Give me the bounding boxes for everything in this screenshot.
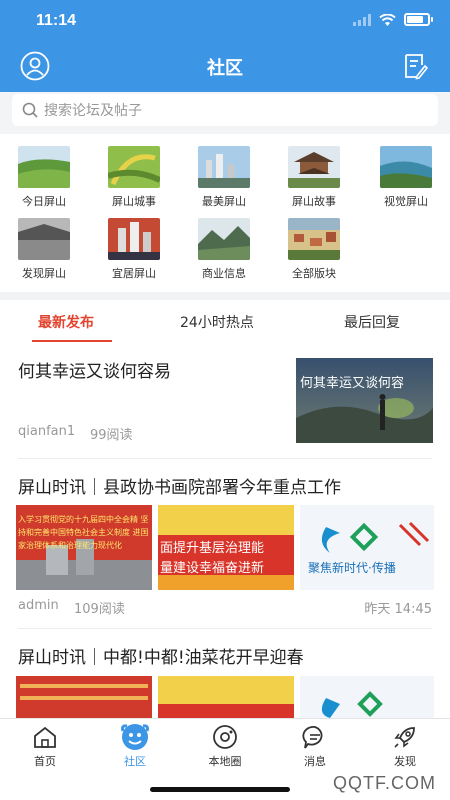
category-thumbnail (288, 146, 340, 188)
post-image-2 (158, 676, 294, 718)
message-icon (302, 726, 323, 749)
status-bar: 11:14 (0, 12, 450, 34)
post-thumbnail-caption: 何其幸运又谈何容 (300, 376, 405, 391)
battery-icon (404, 13, 433, 26)
category-thumbnail (198, 218, 250, 260)
nav-home[interactable]: 首页 (15, 723, 75, 769)
post-thumbnail: 何其幸运又谈何容 (296, 358, 433, 443)
category-label: 屏山故事 (292, 195, 336, 208)
category-label: 最美屏山 (202, 195, 246, 208)
search-placeholder: 搜索论坛及帖子 (44, 103, 142, 119)
nav-label: 社区 (124, 755, 146, 768)
post-image-2-caption-b: 量建设幸福奋进新 (160, 561, 265, 576)
category-all[interactable]: 全部版块 (282, 218, 346, 281)
category-business[interactable]: 商业信息 (192, 218, 256, 281)
post-title: 屏山时讯｜县政协书画院部署今年重点工作 (18, 478, 341, 498)
bottom-nav: 首页 社区 本地圈 消息 发现 QQTF.COM (0, 718, 450, 800)
nav-local-circle[interactable]: 本地圈 (195, 723, 255, 769)
community-icon (121, 724, 149, 750)
watermark: QQTF.COM (333, 773, 436, 793)
category-thumbnail (18, 146, 70, 188)
post-title: 屏山时讯｜中都!中都!油菜花开早迎春 (18, 648, 304, 668)
post-reads: 99阅读 (90, 428, 133, 443)
category-label: 屏山城事 (112, 195, 156, 208)
page-title: 社区 (207, 58, 243, 79)
post-divider (18, 628, 432, 629)
category-label: 宜居屏山 (112, 267, 156, 280)
post-image-3: 聚焦新时代·传播 (300, 505, 434, 590)
section-divider (0, 292, 450, 300)
category-thumbnail (198, 146, 250, 188)
search-icon (22, 102, 38, 118)
local-circle-icon (213, 725, 237, 749)
post-title: 何其幸运又谈何容易 (18, 362, 171, 382)
post-time: 昨天 14:45 (364, 602, 432, 617)
post-divider (18, 458, 432, 459)
tab-latest[interactable]: 最新发布 (38, 312, 94, 332)
feed-tabs: 最新发布 24小时热点 最后回复 (0, 300, 450, 346)
search-input[interactable]: 搜索论坛及帖子 (12, 94, 438, 126)
post-author: admin (18, 598, 59, 613)
category-visual[interactable]: 视觉屏山 (374, 146, 438, 209)
category-city[interactable]: 屏山城事 (102, 146, 166, 209)
nav-label: 消息 (304, 755, 326, 768)
category-beautiful[interactable]: 最美屏山 (192, 146, 256, 209)
nav-bar: 社区 (0, 48, 450, 84)
post-image-3 (300, 676, 434, 718)
category-label: 今日屏山 (22, 195, 66, 208)
nav-messages[interactable]: 消息 (285, 723, 345, 769)
home-icon (34, 726, 56, 748)
search-section: 搜索论坛及帖子 (0, 92, 450, 134)
signal-icon (353, 13, 371, 26)
status-time: 11:14 (36, 12, 77, 29)
app-screen: 11:14 社区 搜索论坛及帖子 今日屏山 屏山城事 最美屏山 屏山故事 视觉屏… (0, 0, 450, 800)
compose-icon[interactable] (402, 52, 428, 80)
post-image-3-caption: 聚焦新时代·传播 (308, 561, 396, 575)
category-story[interactable]: 屏山故事 (282, 146, 346, 209)
wifi-icon (379, 13, 396, 26)
category-thumbnail (288, 218, 340, 260)
post-author: qianfan1 (18, 424, 76, 439)
category-grid: 今日屏山 屏山城事 最美屏山 屏山故事 视觉屏山 发现屏山 宜居屏山 商业信息 … (0, 140, 450, 288)
category-thumbnail (108, 146, 160, 188)
nav-label: 发现 (394, 755, 416, 768)
nav-community[interactable]: 社区 (105, 723, 165, 769)
home-indicator (150, 787, 290, 792)
category-thumbnail (108, 218, 160, 260)
nav-label: 本地圈 (208, 755, 242, 768)
nav-label: 首页 (34, 755, 56, 768)
category-label: 视觉屏山 (384, 195, 428, 208)
post-image-1: 入学习贯彻党的十九届四中全会精 坚持和完善中国特色社会主义制度 进国家治理体系和… (16, 505, 152, 590)
category-today[interactable]: 今日屏山 (12, 146, 76, 209)
post-image-1-caption: 入学习贯彻党的十九届四中全会精 坚持和完善中国特色社会主义制度 进国家治理体系和… (18, 515, 149, 550)
rocket-icon (394, 727, 415, 748)
post-image-2: 面提升基层治理能 量建设幸福奋进新 (158, 505, 294, 590)
category-thumbnail (18, 218, 70, 260)
category-livable[interactable]: 宜居屏山 (102, 218, 166, 281)
header: 11:14 社区 (0, 0, 450, 92)
post-image-2-caption-a: 面提升基层治理能 (160, 541, 265, 556)
post-reads: 109阅读 (74, 602, 125, 617)
post-image-1 (16, 676, 152, 718)
category-label: 发现屏山 (22, 267, 66, 280)
category-discover[interactable]: 发现屏山 (12, 218, 76, 281)
active-tab-indicator (32, 340, 112, 342)
category-label: 全部版块 (292, 267, 336, 280)
tab-24h-hot[interactable]: 24小时热点 (180, 312, 254, 332)
status-icons (353, 13, 433, 26)
nav-discover[interactable]: 发现 (375, 723, 435, 769)
category-label: 商业信息 (202, 267, 246, 280)
category-thumbnail (380, 146, 432, 188)
tab-last-reply[interactable]: 最后回复 (344, 312, 400, 332)
